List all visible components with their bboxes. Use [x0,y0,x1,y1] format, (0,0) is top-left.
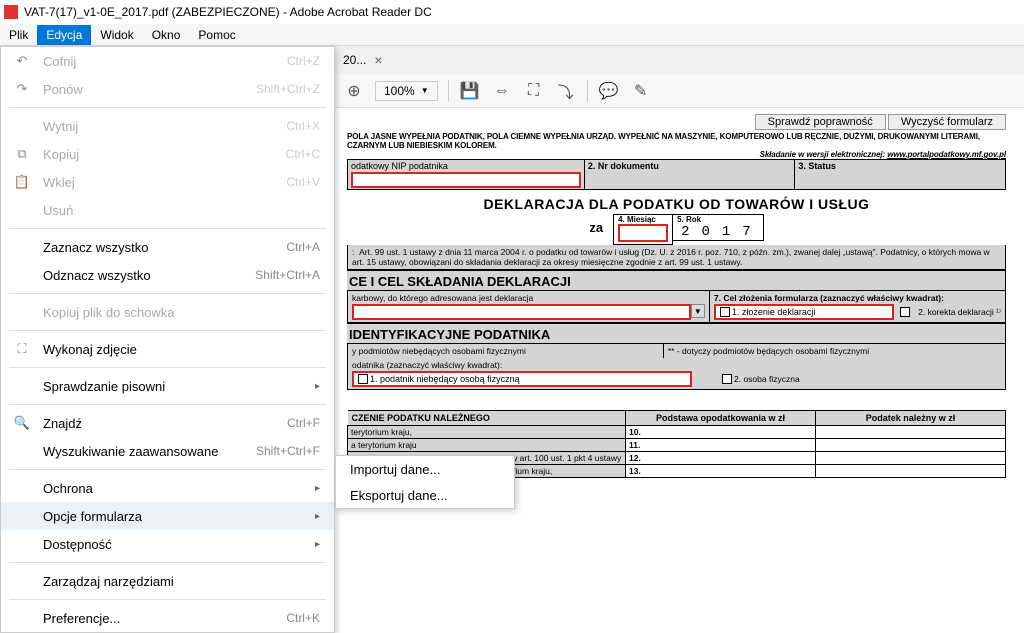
menu-select-all[interactable]: Zaznacz wszystkoCtrl+A [1,233,334,261]
menu-copy[interactable]: ⧉KopiujCtrl+C [1,140,334,168]
paste-icon: 📋 [13,173,31,191]
copy-icon: ⧉ [13,145,31,163]
undo-icon: ↶ [13,52,31,70]
header-fields-table: odatkowy NIP podatnika 2. Nr dokumentu 3… [347,159,1006,190]
section-a-table: karbowy, do którego adresowana jest dekl… [347,290,1006,323]
menu-help[interactable]: Pomoc [189,25,244,45]
menu-preferences[interactable]: Preferencje...Ctrl+K [1,604,334,632]
natural-person-checkbox[interactable] [722,374,732,384]
toolbar: ⊕ 100%▼ 💾 ⇔ ⛶ ⤵ 💬 ✎ [335,74,1024,108]
document-tab[interactable]: 20... × [335,52,391,68]
section-a-header: CE I CEL SKŁADANIA DEKLARACJI [347,270,1006,290]
period-row: za 4. Miesiąc 5. Rok 2017 [347,214,1006,245]
taxpayer-type-field[interactable]: 1. podatnik niebędący osobą fizyczną [352,371,692,387]
col-tax-due: Podatek należny w zł [816,411,1006,426]
menu-protection[interactable]: Ochrona▸ [1,474,334,502]
month-box: 4. Miesiąc [613,214,673,245]
declaration-title: DEKLARACJA DLA PODATKU OD TOWARÓW I USŁU… [347,190,1006,214]
menu-find[interactable]: 🔍ZnajdźCtrl+F [1,409,334,437]
app-icon [4,5,18,19]
section-c-header: CZENIE PODATKU NALEŻNEGO [348,411,626,426]
menu-form-options[interactable]: Opcje formularza▸ [1,502,334,530]
submenu-export-data[interactable]: Eksportuj dane... [336,482,514,508]
menu-file[interactable]: Plik [0,25,37,45]
menu-spellcheck[interactable]: Sprawdzanie pisowni▸ [1,372,334,400]
chevron-right-icon: ▸ [315,483,320,494]
zoom-level-select[interactable]: 100%▼ [375,81,438,101]
fit-page-icon[interactable]: ⛶ [523,80,545,102]
comment-icon[interactable]: 💬 [598,80,620,102]
document-tabs: 20... × [335,46,1024,74]
month-field[interactable] [618,224,668,242]
form-options-submenu: Importuj dane... Eksportuj dane... [335,455,515,509]
save-icon[interactable]: 💾 [459,80,481,102]
purpose-correction-checkbox[interactable] [900,307,910,317]
zoom-in-button[interactable]: ⊕ [343,80,365,102]
form-instructions: POLA JASNE WYPEŁNIA PODATNIK, POLA CIEMN… [347,132,1006,159]
fit-width-icon[interactable]: ⇔ [491,80,513,102]
menu-redo[interactable]: ↷PonówShift+Ctrl+Z [1,75,334,103]
check-validity-button[interactable]: Sprawdź poprawność [755,114,886,130]
chevron-right-icon: ▸ [315,511,320,522]
dropdown-icon[interactable]: ▼ [691,304,705,318]
year-value: 2017 [673,224,763,240]
dropdown-icon: ▼ [421,86,429,95]
search-icon: 🔍 [13,414,31,432]
legal-note: : Art. 99 ust. 1 ustawy z dnia 11 marca … [347,245,1006,270]
submenu-import-data[interactable]: Importuj dane... [336,456,514,482]
title-bar: VAT-7(17)_v1-0E_2017.pdf (ZABEZPIECZONE)… [0,0,1024,24]
tax-office-field[interactable] [352,304,691,320]
menu-view[interactable]: Widok [91,25,142,45]
redo-icon: ↷ [13,80,31,98]
menu-accessibility[interactable]: Dostępność▸ [1,530,334,558]
menu-edit[interactable]: Edycja [37,25,91,45]
menu-delete[interactable]: Usuń [1,196,334,224]
section-b-table: y podmiotów niebędących osobami fizyczny… [347,343,1006,390]
tab-label: 20... [343,53,366,67]
toolbar-divider [587,80,588,102]
menu-snapshot[interactable]: ⛶Wykonaj zdjęcie [1,335,334,363]
sign-icon[interactable]: ✎ [630,80,652,102]
close-tab-icon[interactable]: × [374,52,382,68]
chevron-right-icon: ▸ [315,381,320,392]
menu-cut[interactable]: WytnijCtrl+X [1,112,334,140]
section-b-header: IDENTYFIKACYJNE PODATNIKA [347,323,1006,343]
year-box: 5. Rok 2017 [673,214,764,241]
menu-undo[interactable]: ↶CofnijCtrl+Z [1,47,334,75]
rotate-icon[interactable]: ⤵ [555,80,577,102]
menu-paste[interactable]: 📋WklejCtrl+V [1,168,334,196]
menu-advanced-search[interactable]: Wyszukiwanie zaawansowaneShift+Ctrl+F [1,437,334,465]
edit-dropdown-menu: ↶CofnijCtrl+Z ↷PonówShift+Ctrl+Z WytnijC… [0,46,335,633]
menu-copy-file[interactable]: Kopiuj plik do schowka [1,298,334,326]
menu-deselect-all[interactable]: Odznacz wszystkoShift+Ctrl+A [1,261,334,289]
chevron-right-icon: ▸ [315,539,320,550]
purpose-submission-field[interactable]: 1. złożenie deklaracji [714,304,894,320]
camera-icon: ⛶ [13,340,31,358]
col-tax-base: Podstawa opodatkowania w zł [626,411,816,426]
window-title: VAT-7(17)_v1-0E_2017.pdf (ZABEZPIECZONE)… [24,5,432,19]
menu-window[interactable]: Okno [143,25,190,45]
nip-field[interactable] [351,172,581,188]
menu-manage-tools[interactable]: Zarządzaj narzędziami [1,567,334,595]
clear-form-button[interactable]: Wyczyść formularz [888,114,1006,130]
toolbar-divider [448,80,449,102]
menu-bar: Plik Edycja Widok Okno Pomoc [0,24,1024,46]
